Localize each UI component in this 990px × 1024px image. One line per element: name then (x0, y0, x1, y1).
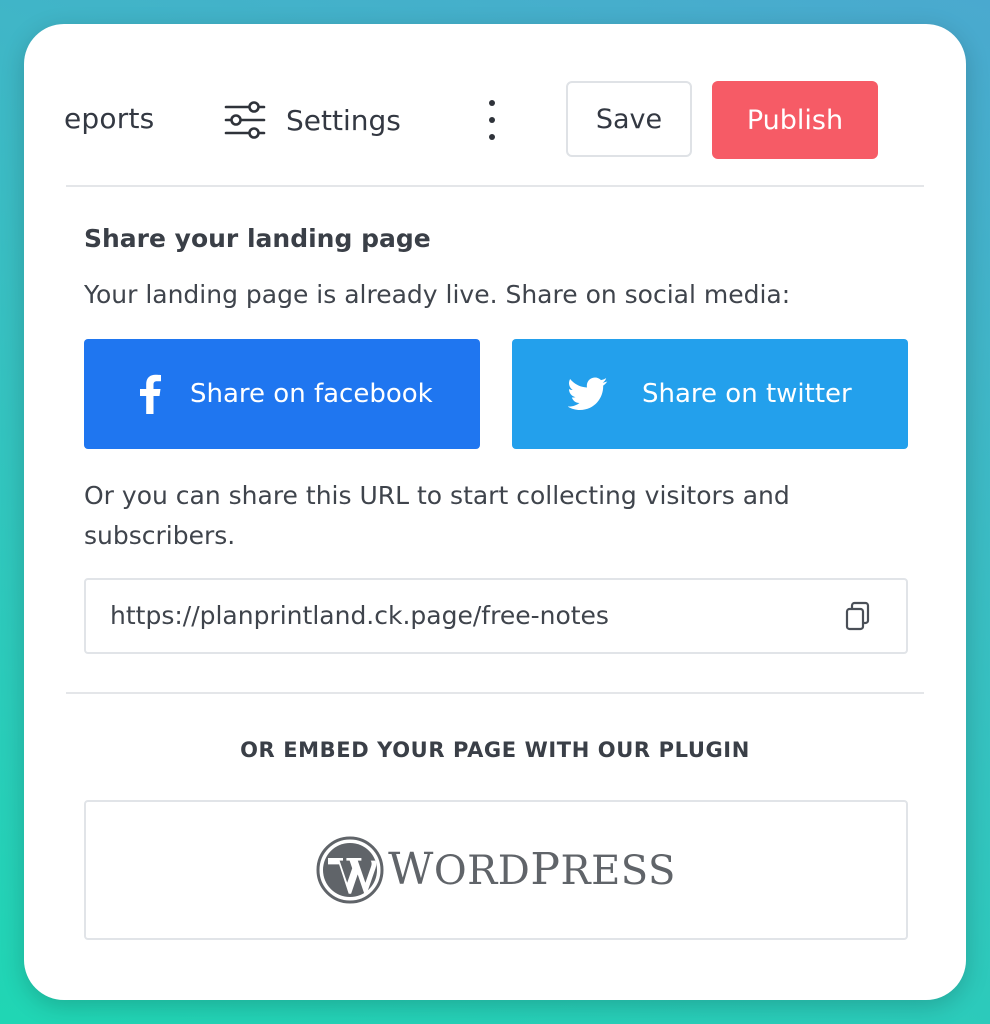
share-url-field[interactable]: https://planprintland.ck.page/free-notes (84, 578, 908, 654)
share-heading: Share your landing page (84, 224, 431, 253)
share-twitter-label: Share on twitter (642, 379, 852, 409)
copy-icon[interactable] (842, 600, 874, 632)
share-twitter-button[interactable]: Share on twitter (512, 339, 908, 449)
settings-label: Settings (286, 103, 401, 137)
embed-title: OR EMBED YOUR PAGE WITH OUR PLUGIN (240, 738, 750, 762)
toolbar: eports Settings Save Publish (24, 80, 966, 160)
reports-tab[interactable]: eports (64, 102, 154, 135)
share-facebook-label: Share on facebook (190, 379, 433, 409)
share-url-value: https://planprintland.ck.page/free-notes (110, 601, 609, 630)
twitter-icon (568, 372, 608, 416)
share-facebook-button[interactable]: Share on facebook (84, 339, 480, 449)
more-vertical-icon[interactable] (480, 100, 504, 140)
share-url-description: Or you can share this URL to start colle… (84, 481, 790, 550)
sliders-icon (224, 101, 266, 139)
share-subtext: Your landing page is already live. Share… (84, 280, 791, 309)
save-button[interactable]: Save (566, 81, 692, 157)
divider (66, 692, 924, 694)
wordpress-logo-icon (316, 836, 384, 904)
wordpress-wordmark: WORDPRESS (388, 844, 676, 895)
publish-button[interactable]: Publish (712, 81, 878, 159)
settings-tab[interactable]: Settings (224, 98, 401, 142)
share-panel: eports Settings Save Publish Share your … (24, 24, 966, 1000)
divider (66, 185, 924, 187)
wordpress-plugin-button[interactable]: WORDPRESS (84, 800, 908, 940)
facebook-icon (130, 372, 170, 416)
